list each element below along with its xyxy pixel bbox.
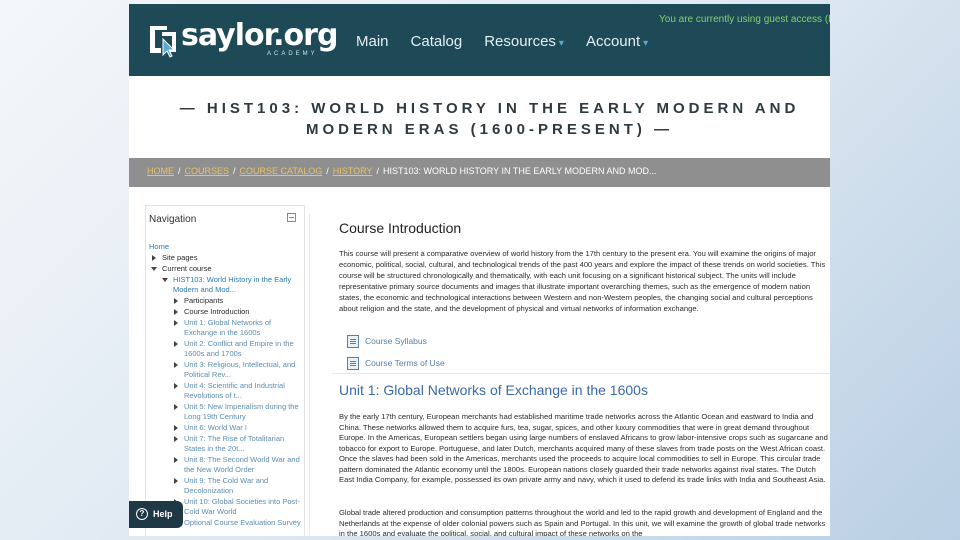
navigation-block: Navigation Home Site pages Current cours… (145, 205, 305, 536)
breadcrumb-current: HIST103: WORLD HISTORY IN THE EARLY MODE… (382, 166, 657, 176)
nav-resources[interactable]: Resources ▾ (484, 33, 564, 50)
nav-unit-label: Unit 7: The Rise of Totalitarian States … (184, 434, 285, 453)
nav-catalog-label: Catalog (410, 33, 463, 50)
breadcrumb-separator: / (326, 166, 329, 176)
nav-unit-label: Unit 2: Conflict and Empire in the 1600s… (184, 339, 294, 358)
breadcrumb-history[interactable]: HISTORY (333, 166, 373, 176)
saylor-logo[interactable]: saylor.org ACADEMY (147, 18, 347, 60)
expand-icon (152, 255, 156, 261)
expand-icon (174, 425, 178, 431)
nav-unit-6[interactable]: Unit 6: World War I (149, 423, 304, 433)
breadcrumb-home[interactable]: HOME (147, 166, 174, 176)
nav-course[interactable]: HIST103: World History in the Early Mode… (149, 275, 304, 295)
collapse-icon[interactable] (287, 213, 296, 222)
expand-icon (174, 457, 178, 463)
nav-main-label: Main (356, 33, 389, 50)
nav-course-introduction[interactable]: Course Introduction (149, 307, 304, 317)
unit-1-paragraph-1: By the early 17th century, European merc… (339, 412, 828, 484)
nav-unit-5[interactable]: Unit 5: New Imperialism during the Long … (149, 402, 304, 422)
breadcrumb-course-catalog[interactable]: COURSE CATALOG (240, 166, 323, 176)
nav-resources-label: Resources (484, 33, 556, 50)
nav-participants[interactable]: Participants (149, 296, 304, 306)
nav-course-label: HIST103: World History in the Early Mode… (173, 275, 292, 294)
expand-icon (174, 362, 178, 368)
nav-unit-label: Unit 9: The Cold War and Decolonization (184, 476, 269, 495)
nav-unit-label: Unit 5: New Imperialism during the Long … (184, 402, 299, 421)
page-title: — HIST103: WORLD HISTORY IN THE EARLY MO… (179, 100, 800, 138)
nav-site-pages[interactable]: Site pages (149, 253, 304, 263)
expand-icon (174, 436, 178, 442)
resource-terms-of-use[interactable]: Course Terms of Use (347, 357, 445, 370)
nav-unit-8[interactable]: Unit 8: The Second World War and the New… (149, 455, 304, 475)
document-icon (347, 357, 359, 370)
breadcrumb-courses[interactable]: COURSES (185, 166, 230, 176)
section-divider (332, 373, 830, 374)
nav-unit-label: Unit 4: Scientific and Industrial Revolu… (184, 381, 285, 400)
site-header: saylor.org ACADEMY Main Catalog Resource… (129, 4, 830, 76)
nav-current-course-label: Current course (162, 264, 212, 273)
resource-course-syllabus[interactable]: Course Syllabus (347, 335, 427, 348)
collapse-tree-icon (151, 267, 157, 271)
chevron-down-icon: ▾ (643, 38, 649, 49)
question-icon: ? (136, 508, 148, 520)
collapse-tree-icon (162, 278, 168, 282)
nav-site-pages-label: Site pages (162, 253, 198, 262)
course-intro-text: This course will present a comparative o… (339, 249, 826, 313)
expand-icon (174, 383, 178, 389)
help-label: Help (153, 509, 173, 519)
nav-unit-label: Unit 3: Religious, Intellectual, and Pol… (184, 360, 296, 379)
nav-unit-1[interactable]: Unit 1: Global Networks of Exchange in t… (149, 318, 304, 338)
nav-unit-7[interactable]: Unit 7: The Rise of Totalitarian States … (149, 434, 304, 454)
navigation-tree: Home Site pages Current course HIST103: … (149, 242, 304, 529)
breadcrumb-separator: / (233, 166, 236, 176)
nav-unit-9[interactable]: Unit 9: The Cold War and Decolonization (149, 476, 304, 496)
expand-icon (174, 404, 178, 410)
nav-current-course[interactable]: Current course (149, 264, 304, 274)
main-content: Course Introduction This course will pre… (332, 214, 830, 536)
expand-icon (174, 309, 178, 315)
resource-label: Course Syllabus (365, 335, 427, 346)
nav-catalog[interactable]: Catalog (411, 33, 463, 50)
expand-icon (174, 298, 178, 304)
column-divider (309, 214, 310, 536)
browser-screenshot: saylor.org ACADEMY Main Catalog Resource… (129, 4, 830, 536)
nav-unit-4[interactable]: Unit 4: Scientific and Industrial Revolu… (149, 381, 304, 401)
nav-main[interactable]: Main (356, 33, 389, 50)
nav-unit-label: Unit 8: The Second World War and the New… (184, 455, 300, 474)
expand-icon (174, 341, 178, 347)
nav-unit-label: Unit 1: Global Networks of Exchange in t… (184, 318, 272, 337)
nav-home[interactable]: Home (149, 242, 304, 252)
unit-1-title[interactable]: Unit 1: Global Networks of Exchange in t… (339, 382, 648, 398)
nav-course-introduction-label: Course Introduction (184, 307, 250, 316)
nav-account-label: Account (585, 33, 641, 50)
guest-access-notice[interactable]: You are currently using guest access (Lo… (659, 14, 830, 25)
expand-icon (174, 478, 178, 484)
section-title: Course Introduction (339, 220, 462, 236)
logo-text: saylor.org (181, 18, 338, 53)
nav-unit-label: Unit 10: Global Societies into Post-Cold… (184, 497, 300, 516)
nav-home-label: Home (149, 242, 170, 251)
nav-unit-label: Unit 6: World War I (184, 423, 247, 432)
breadcrumb-separator: / (376, 166, 379, 176)
nav-unit-label: Optional Course Evaluation Survey (184, 518, 301, 527)
saylor-logo-icon (150, 26, 176, 58)
chevron-down-icon: ▾ (558, 38, 564, 49)
nav-unit-2[interactable]: Unit 2: Conflict and Empire in the 1600s… (149, 339, 304, 359)
navigation-heading: Navigation (149, 214, 197, 225)
expand-icon (174, 320, 178, 326)
nav-participants-label: Participants (184, 296, 224, 305)
nav-account[interactable]: Account ▾ (586, 33, 648, 50)
nav-unit-3[interactable]: Unit 3: Religious, Intellectual, and Pol… (149, 360, 304, 380)
unit-1-paragraph-2: Global trade altered production and cons… (339, 508, 826, 536)
breadcrumb-separator: / (178, 166, 181, 176)
breadcrumb: HOME / COURSES / COURSE CATALOG / HISTORY / HIST… (129, 158, 830, 187)
document-icon (347, 335, 359, 348)
help-button[interactable]: ? Help (129, 501, 183, 528)
logo-subtitle: ACADEMY (267, 51, 318, 57)
resource-label: Course Terms of Use (365, 357, 445, 368)
main-nav: Main Catalog Resources ▾ Account ▾ (356, 33, 670, 50)
